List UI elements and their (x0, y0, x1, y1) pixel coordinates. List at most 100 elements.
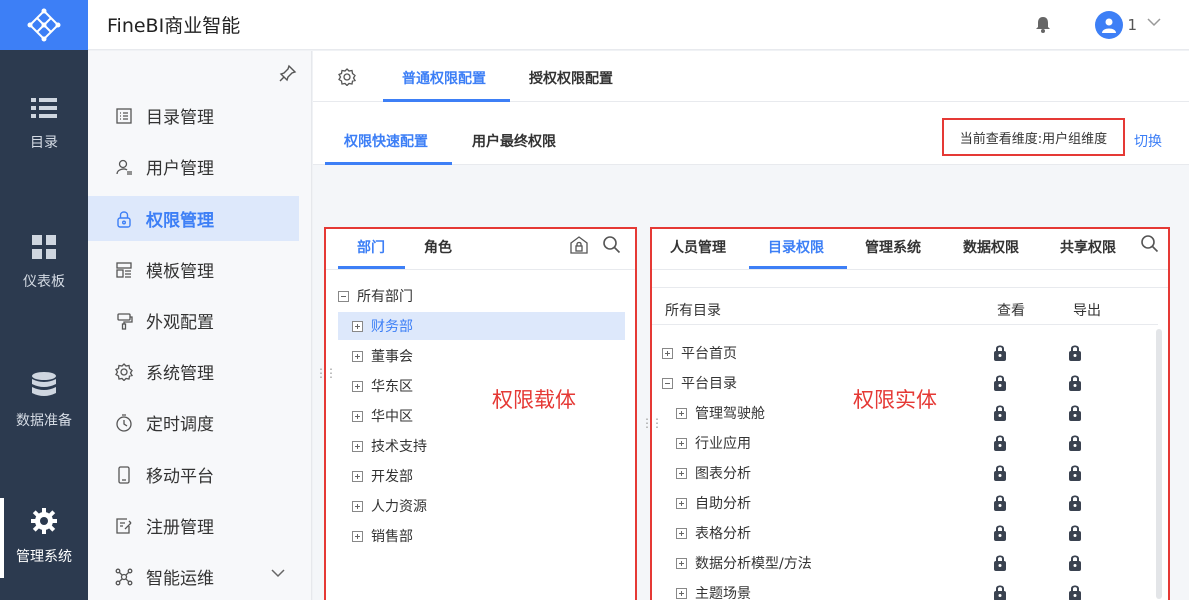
export-lock-icon[interactable] (1068, 374, 1082, 395)
tab-normal-permission[interactable]: 普通权限配置 (402, 68, 486, 88)
expand-icon[interactable] (676, 437, 687, 449)
vertical-scrollbar[interactable] (1156, 329, 1162, 599)
tree-node[interactable]: 技术支持 (338, 432, 625, 460)
menu-item-permission[interactable]: 权限管理 (88, 196, 299, 241)
resize-handle[interactable]: ⋮⋮ (641, 416, 663, 430)
menu-item-system[interactable]: 系统管理 (88, 349, 299, 394)
chevron-down-icon[interactable] (271, 569, 285, 578)
view-lock-icon[interactable] (993, 374, 1007, 395)
expand-icon[interactable] (352, 500, 363, 512)
expand-icon[interactable] (352, 530, 363, 542)
expand-icon[interactable] (352, 350, 363, 362)
menu-item-appearance[interactable]: 外观配置 (88, 298, 299, 343)
app-title: FineBI商业智能 (107, 15, 241, 37)
expand-icon[interactable] (352, 410, 363, 422)
user-name[interactable]: 1 (1127, 16, 1137, 34)
export-lock-icon[interactable] (1068, 554, 1082, 575)
pin-icon[interactable] (279, 64, 297, 82)
export-lock-icon[interactable] (1068, 434, 1082, 455)
view-lock-icon[interactable] (993, 494, 1007, 515)
tree-node[interactable]: 财务部 (338, 312, 625, 340)
menu-item-register[interactable]: 注册管理 (88, 503, 299, 548)
catalog-row[interactable]: 平台首页 (662, 339, 737, 367)
view-lock-icon[interactable] (993, 464, 1007, 485)
view-lock-icon[interactable] (993, 524, 1007, 545)
expand-icon[interactable] (662, 347, 673, 359)
export-lock-icon[interactable] (1068, 494, 1082, 515)
export-lock-icon[interactable] (1068, 404, 1082, 425)
rail-item-dashboard[interactable]: 仪表板 (0, 235, 88, 291)
bell-icon[interactable] (1035, 16, 1051, 33)
entity-tab[interactable]: 目录权限 (768, 237, 824, 257)
menu-item-catalog[interactable]: 目录管理 (88, 93, 299, 138)
tree-node[interactable]: 华东区 (338, 372, 625, 400)
tree-node[interactable]: 华中区 (338, 402, 625, 430)
expand-icon[interactable] (676, 467, 687, 479)
view-lock-icon[interactable] (993, 584, 1007, 600)
tree-node[interactable]: 销售部 (338, 522, 625, 550)
tab-quick-config[interactable]: 权限快速配置 (344, 131, 428, 151)
rail-item-catalog[interactable]: 目录 (0, 96, 88, 152)
entity-tab[interactable]: 共享权限 (1060, 237, 1116, 257)
rail-item-data[interactable]: 数据准备 (0, 372, 88, 430)
settings-gear-icon[interactable] (338, 68, 356, 86)
catalog-row[interactable]: 管理驾驶舱 (676, 399, 765, 427)
catalog-row[interactable]: 主题场景 (676, 579, 751, 600)
expand-icon[interactable] (676, 557, 687, 569)
view-lock-icon[interactable] (993, 554, 1007, 575)
expand-icon[interactable] (676, 407, 687, 419)
tree-node[interactable]: 董事会 (338, 342, 625, 370)
catalog-row[interactable]: 自助分析 (676, 489, 751, 517)
export-lock-icon[interactable] (1068, 524, 1082, 545)
export-lock-icon[interactable] (1068, 344, 1082, 365)
tab-role[interactable]: 角色 (424, 237, 452, 257)
export-lock-icon[interactable] (1068, 584, 1082, 600)
catalog-row[interactable]: 行业应用 (676, 429, 751, 457)
tree-label: 所有部门 (357, 289, 413, 305)
app-logo[interactable] (0, 0, 88, 50)
view-lock-icon[interactable] (993, 434, 1007, 455)
switch-dimension-link[interactable]: 切换 (1134, 131, 1162, 151)
entity-tab[interactable]: 人员管理 (670, 237, 726, 257)
view-lock-icon[interactable] (993, 404, 1007, 425)
catalog-row[interactable]: 表格分析 (676, 519, 751, 547)
menu-item-user[interactable]: 用户管理 (88, 144, 299, 189)
export-lock-icon[interactable] (1068, 464, 1082, 485)
avatar[interactable] (1095, 11, 1123, 39)
entity-tab[interactable]: 数据权限 (963, 237, 1019, 257)
expand-icon[interactable] (676, 587, 687, 599)
menu-item-schedule[interactable]: 定时调度 (88, 400, 299, 445)
expand-icon[interactable] (352, 320, 363, 332)
expand-icon[interactable] (676, 497, 687, 509)
menu-item-mobile[interactable]: 移动平台 (88, 452, 299, 497)
permission-mode-tabs: 普通权限配置 授权权限配置 (313, 51, 1189, 102)
rail-item-system[interactable]: 管理系统 (0, 498, 88, 578)
expand-icon[interactable] (352, 470, 363, 482)
chevron-down-icon[interactable] (1147, 18, 1161, 27)
dashboard-icon (32, 235, 56, 259)
expand-icon[interactable] (352, 440, 363, 452)
menu-item-template[interactable]: 模板管理 (88, 247, 299, 292)
collapse-icon[interactable] (662, 377, 673, 389)
menu-item-ops[interactable]: 智能运维 (88, 554, 299, 599)
resize-handle[interactable]: ⋮⋮ (315, 366, 337, 380)
catalog-label: 表格分析 (695, 526, 751, 542)
expand-icon[interactable] (676, 527, 687, 539)
catalog-row[interactable]: 数据分析模型/方法 (676, 549, 812, 577)
view-lock-icon[interactable] (993, 344, 1007, 365)
catalog-row[interactable]: 平台目录 (662, 369, 737, 397)
list-icon (31, 98, 57, 118)
entity-tab[interactable]: 管理系统 (865, 237, 921, 257)
tab-department[interactable]: 部门 (357, 237, 385, 257)
search-icon[interactable] (602, 235, 621, 254)
tab-final-permission[interactable]: 用户最终权限 (472, 131, 556, 151)
catalog-row[interactable]: 图表分析 (676, 459, 751, 487)
tree-node[interactable]: 开发部 (338, 462, 625, 490)
tree-root[interactable]: 所有部门 (338, 282, 628, 310)
home-lock-icon[interactable] (569, 235, 589, 255)
collapse-icon[interactable] (338, 290, 349, 302)
expand-icon[interactable] (352, 380, 363, 392)
tab-grant-permission[interactable]: 授权权限配置 (529, 68, 613, 88)
search-icon[interactable] (1140, 234, 1159, 253)
tree-node[interactable]: 人力资源 (338, 492, 625, 520)
